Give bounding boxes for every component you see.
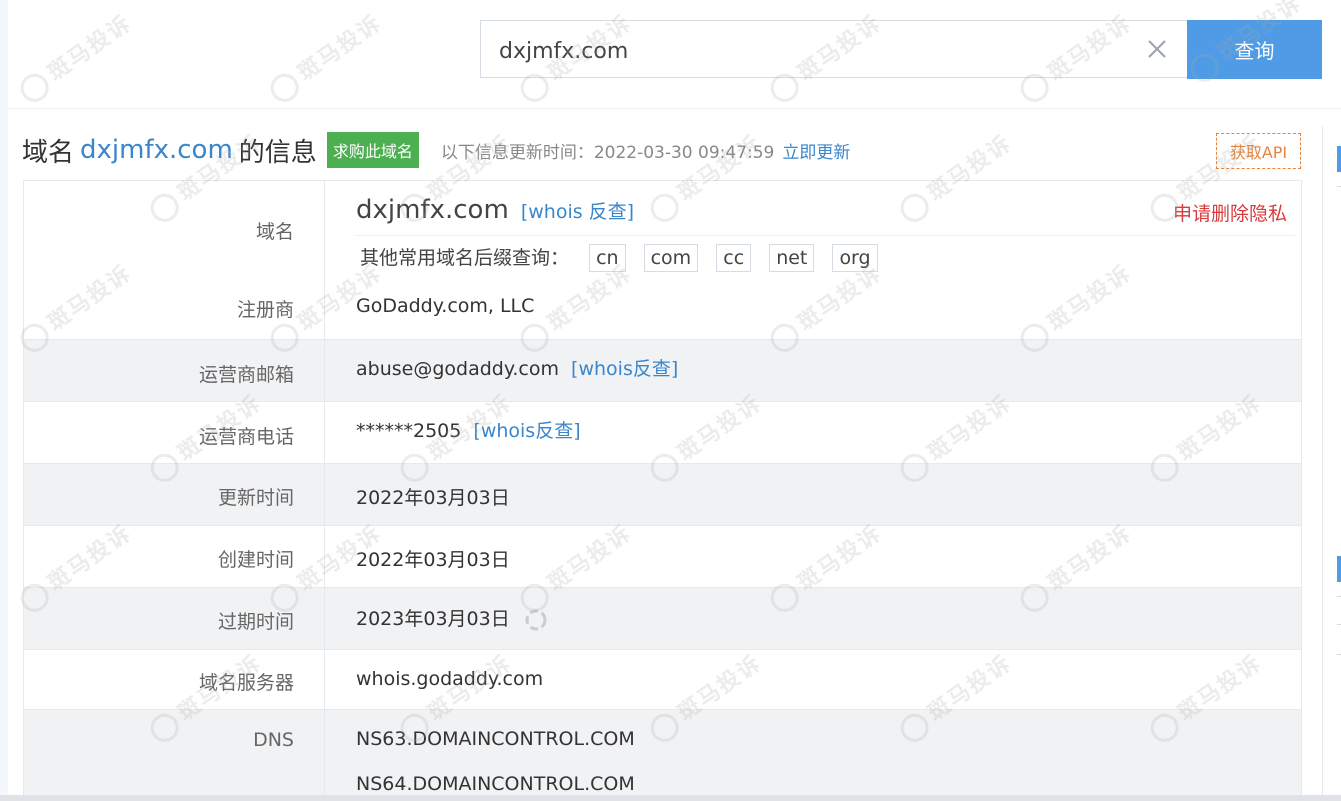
side-panel-divider: [1337, 654, 1341, 655]
row-label: 过期时间: [24, 588, 325, 650]
page-title: 域名 dxjmfx.com 的信息 求购此域名 以下信息更新时间：2022-03…: [22, 130, 850, 170]
buy-domain-button[interactable]: 求购此域名: [326, 132, 419, 168]
search-box[interactable]: [480, 20, 1187, 78]
side-panel-divider: [1337, 596, 1341, 597]
get-api-button[interactable]: 获取API: [1216, 133, 1301, 169]
divider: [355, 235, 1295, 236]
row-phone: 运营商电话 ******2505 [whois反查]: [24, 401, 1301, 464]
delete-privacy-link[interactable]: 申请删除隐私: [1173, 199, 1287, 226]
side-panel-marker: [1337, 556, 1341, 582]
phone-value: ******2505: [356, 420, 462, 442]
search-input[interactable]: [497, 33, 1101, 69]
tld-prompt: 其他常用域名后缀查询：: [360, 247, 570, 269]
domain-name: dxjmfx.com: [356, 195, 509, 225]
row-label: 更新时间: [24, 464, 325, 526]
row-value: abuse@godaddy.com [whois反查]: [325, 340, 1301, 402]
title-prefix: 域名: [22, 137, 75, 168]
phone-whois-link[interactable]: [whois反查]: [473, 420, 580, 442]
expires-value: 2023年03月03日: [356, 608, 510, 630]
tld-cc-button[interactable]: cc: [716, 244, 752, 272]
side-panel-marker: [1337, 146, 1341, 172]
whois-info-table: 域名 dxjmfx.com [whois 反查] 申请删除隐私 其他常用域名后缀…: [23, 180, 1302, 801]
email-value: abuse@godaddy.com: [356, 358, 559, 380]
row-value: 2023年03月03日: [325, 588, 1301, 650]
tld-net-button[interactable]: net: [769, 244, 815, 272]
tld-com-button[interactable]: com: [643, 244, 699, 272]
side-panel-divider: [1337, 624, 1341, 625]
email-whois-link[interactable]: [whois反查]: [571, 358, 678, 380]
updated-value: 2022年03月03日: [356, 487, 510, 509]
row-label: 注册商: [24, 277, 325, 339]
row-expires: 过期时间 2023年03月03日: [24, 587, 1301, 650]
row-value: dxjmfx.com [whois 反查] 申请删除隐私 其他常用域名后缀查询：…: [325, 181, 1301, 277]
row-email: 运营商邮箱 abuse@godaddy.com [whois反查]: [24, 339, 1301, 402]
row-value: NS63.DOMAINCONTROL.COM NS64.DOMAINCONTRO…: [325, 698, 1301, 801]
dns-server: NS63.DOMAINCONTROL.COM: [356, 728, 635, 750]
left-edge-strip: [0, 0, 8, 801]
title-domain: dxjmfx.com: [80, 135, 233, 165]
tld-cn-button[interactable]: cn: [589, 244, 626, 272]
bottom-scrollbar[interactable]: [0, 795, 1341, 801]
row-domain: 域名 dxjmfx.com [whois 反查] 申请删除隐私 其他常用域名后缀…: [24, 181, 1301, 277]
search-button[interactable]: 查询: [1187, 20, 1322, 79]
right-side-panel: [1322, 126, 1341, 801]
row-label: DNS: [24, 710, 325, 801]
row-label: 创建时间: [24, 526, 325, 588]
whois-reverse-link[interactable]: [whois 反查]: [521, 201, 634, 223]
update-now-link[interactable]: 立即更新: [782, 138, 850, 163]
row-created: 创建时间 2022年03月03日: [24, 525, 1301, 588]
tld-org-button[interactable]: org: [832, 244, 878, 272]
row-registrar: 注册商 GoDaddy.com, LLC: [24, 277, 1301, 339]
row-label: 域名服务器: [24, 650, 325, 710]
loading-spinner-icon: [525, 609, 547, 630]
row-label: 运营商电话: [24, 402, 325, 464]
side-panel-divider: [1337, 186, 1341, 187]
row-dns: DNS NS63.DOMAINCONTROL.COM NS64.DOMAINCO…: [24, 709, 1301, 801]
row-updated: 更新时间 2022年03月03日: [24, 463, 1301, 526]
close-icon[interactable]: [1145, 37, 1169, 61]
title-suffix: 的信息: [238, 137, 317, 168]
row-label: 运营商邮箱: [24, 340, 325, 402]
row-label: 域名: [24, 181, 325, 277]
row-value: ******2505 [whois反查]: [325, 402, 1301, 464]
created-value: 2022年03月03日: [356, 549, 510, 571]
registrar-value: GoDaddy.com, LLC: [356, 295, 535, 317]
update-time-label: 以下信息更新时间：2022-03-30 09:47:59: [440, 142, 775, 163]
